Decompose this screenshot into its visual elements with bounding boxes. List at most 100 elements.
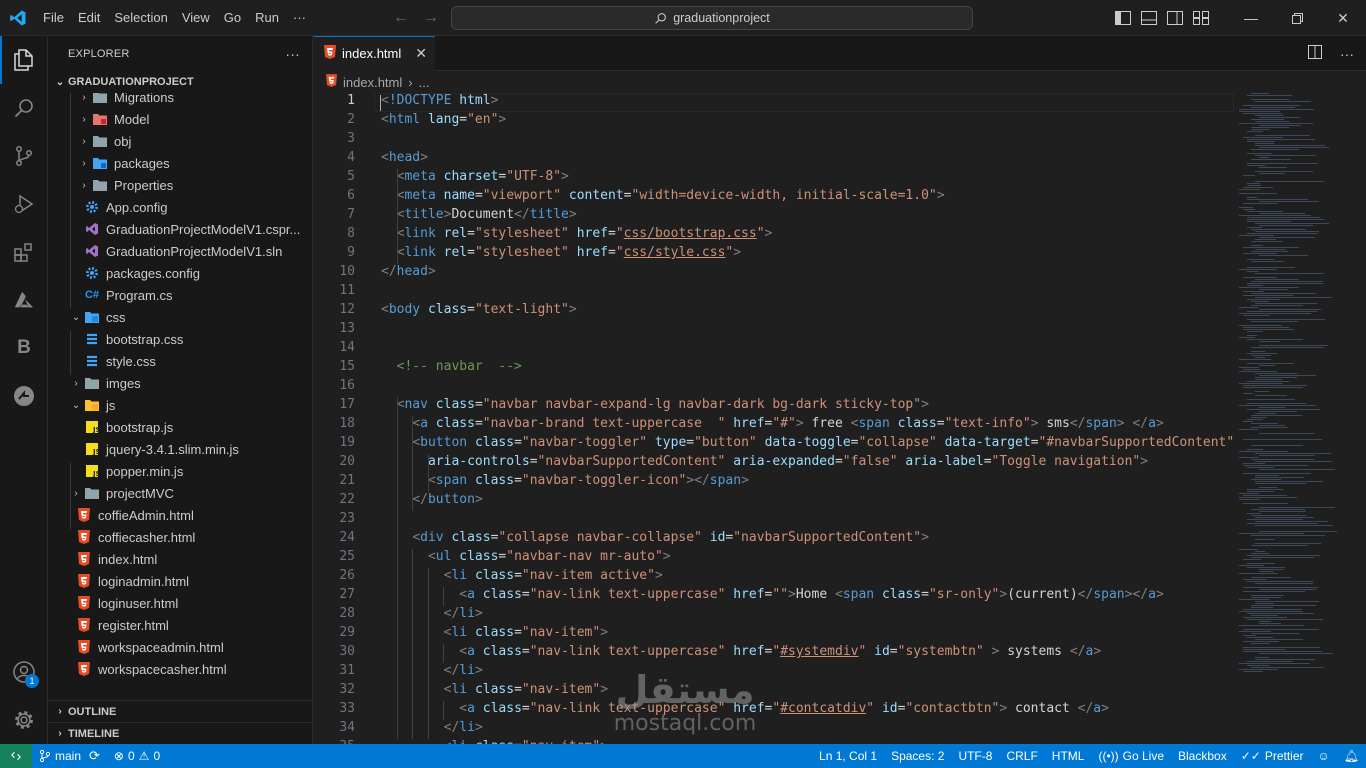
- outline-section[interactable]: › OUTLINE: [48, 700, 312, 722]
- cursor-position[interactable]: Ln 1, Col 1: [812, 744, 884, 768]
- code-token: "UTF-8": [506, 169, 562, 184]
- minimap-line: [1243, 579, 1266, 580]
- minimap-line: [1247, 141, 1275, 142]
- tree-file[interactable]: C# Program.cs: [48, 284, 312, 306]
- toggle-panel-icon[interactable]: [1136, 0, 1162, 36]
- source-control-icon[interactable]: [0, 132, 48, 180]
- breadcrumb-symbol[interactable]: ...: [419, 75, 430, 90]
- menu-item[interactable]: Selection: [107, 0, 174, 36]
- more-actions-icon[interactable]: ···: [1340, 46, 1354, 62]
- minimap-line: [1259, 425, 1285, 426]
- minimize-button[interactable]: —: [1228, 0, 1274, 36]
- tree-file[interactable]: bootstrap.css: [48, 328, 312, 350]
- tree-file[interactable]: coffieAdmin.html: [48, 504, 312, 526]
- explorer-more-actions[interactable]: ···: [285, 46, 300, 62]
- tree-folder[interactable]: › Migrations: [48, 93, 312, 108]
- tree-file[interactable]: packages.config: [48, 262, 312, 284]
- tree-file[interactable]: loginadmin.html: [48, 570, 312, 592]
- tree-file[interactable]: GraduationProjectModelV1.sln: [48, 240, 312, 262]
- tree-folder[interactable]: › Properties: [48, 174, 312, 196]
- tree-folder[interactable]: › Model: [48, 108, 312, 130]
- split-editor-icon[interactable]: [1308, 45, 1322, 62]
- explorer-icon[interactable]: [0, 36, 48, 84]
- tree-file[interactable]: JS bootstrap.js: [48, 416, 312, 438]
- tree-file[interactable]: loginuser.html: [48, 592, 312, 614]
- restore-button[interactable]: [1274, 0, 1320, 36]
- tree-folder[interactable]: ⌄ css: [48, 306, 312, 328]
- tree-folder[interactable]: › imges: [48, 372, 312, 394]
- language-mode[interactable]: HTML: [1045, 744, 1092, 768]
- minimap-line: [1259, 531, 1337, 532]
- back-arrow-icon[interactable]: ←: [393, 9, 409, 27]
- azure-icon[interactable]: [0, 276, 48, 324]
- branch-status[interactable]: main ⟳: [32, 744, 107, 768]
- tree-folder[interactable]: ⌄ js: [48, 394, 312, 416]
- manage-gear-icon[interactable]: [0, 696, 48, 744]
- tree-file[interactable]: JS popper.min.js: [48, 460, 312, 482]
- forward-arrow-icon[interactable]: →: [423, 9, 439, 27]
- tree-file[interactable]: style.css: [48, 350, 312, 372]
- toggle-secondary-sidebar-icon[interactable]: [1162, 0, 1188, 36]
- html5-file-icon: [324, 45, 336, 62]
- search-icon[interactable]: [0, 84, 48, 132]
- code-token: =: [514, 682, 522, 697]
- tab-index-html[interactable]: index.html ✕: [314, 35, 435, 71]
- live-share-icon[interactable]: [0, 372, 48, 420]
- notifications-bell-icon[interactable]: 🔔︎: [1337, 744, 1366, 768]
- minimap[interactable]: [1239, 93, 1354, 693]
- tree-folder[interactable]: › projectMVC: [48, 482, 312, 504]
- breadcrumb-file[interactable]: index.html: [343, 75, 402, 90]
- editor-scrollbar[interactable]: [1352, 93, 1366, 744]
- extensions-icon[interactable]: [0, 228, 48, 276]
- end-of-line[interactable]: CRLF: [999, 744, 1044, 768]
- toggle-primary-sidebar-icon[interactable]: [1110, 0, 1136, 36]
- tree-folder[interactable]: › obj: [48, 130, 312, 152]
- code-editor[interactable]: 1 2 3 4 5 6 7 8 9 10 11 12 13 14 15 16 17 18 19 20 21 22 23 24 2…: [314, 93, 1234, 744]
- menu-item[interactable]: View: [175, 0, 217, 36]
- minimap-line: [1251, 355, 1271, 356]
- tree-file[interactable]: GraduationProjectModelV1.cspr...: [48, 218, 312, 240]
- encoding[interactable]: UTF-8: [951, 744, 999, 768]
- tab-label: index.html: [342, 46, 402, 61]
- go-live-button[interactable]: ((•)) Go Live: [1091, 744, 1171, 768]
- tree-file[interactable]: JS jquery-3.4.1.slim.min.js: [48, 438, 312, 460]
- run-debug-icon[interactable]: [0, 180, 48, 228]
- command-center-search[interactable]: graduationproject: [451, 6, 973, 30]
- project-section-header[interactable]: ⌄ GRADUATIONPROJECT: [48, 71, 312, 93]
- accounts-icon[interactable]: 1: [0, 648, 48, 696]
- code-token: a: [1148, 416, 1156, 431]
- close-tab-icon[interactable]: ✕: [415, 45, 427, 62]
- remote-indicator-icon[interactable]: [0, 744, 32, 768]
- sync-icon[interactable]: ⟳: [89, 748, 100, 764]
- blackbox-icon[interactable]: B: [0, 324, 48, 372]
- tree-item-label: coffieAdmin.html: [98, 507, 194, 523]
- blackbox-status[interactable]: Blackbox: [1171, 744, 1234, 768]
- menu-item[interactable]: File: [36, 0, 71, 36]
- prettier-status[interactable]: ✓✓ Prettier: [1234, 744, 1311, 768]
- minimap-line: [1255, 521, 1328, 522]
- customize-layout-icon[interactable]: [1188, 0, 1214, 36]
- menu-item[interactable]: Run: [248, 0, 286, 36]
- problems-status[interactable]: ⊗ 0 ⚠ 0: [107, 744, 167, 768]
- minimap-line: [1239, 451, 1288, 452]
- menu-item[interactable]: Go: [217, 0, 248, 36]
- minimap-line: [1247, 319, 1325, 320]
- minimap-line: [1251, 293, 1316, 294]
- tree-file[interactable]: workspaceadmin.html: [48, 636, 312, 658]
- close-window-button[interactable]: ✕: [1320, 0, 1366, 36]
- tree-file[interactable]: App.config: [48, 196, 312, 218]
- tree-file[interactable]: coffiecasher.html: [48, 526, 312, 548]
- minimap-line: [1243, 315, 1270, 316]
- indentation[interactable]: Spaces: 2: [884, 744, 951, 768]
- menu-item[interactable]: ···: [286, 0, 313, 36]
- code-token: <: [412, 435, 421, 450]
- tree-item-label: imges: [106, 375, 141, 391]
- tree-folder[interactable]: › packages: [48, 152, 312, 174]
- tree-file[interactable]: workspacecasher.html: [48, 658, 312, 680]
- feedback-icon[interactable]: ☺: [1311, 744, 1337, 768]
- tree-file[interactable]: register.html: [48, 614, 312, 636]
- menu-item[interactable]: Edit: [71, 0, 107, 36]
- tree-file[interactable]: index.html: [48, 548, 312, 570]
- timeline-section[interactable]: › TIMELINE: [48, 722, 312, 744]
